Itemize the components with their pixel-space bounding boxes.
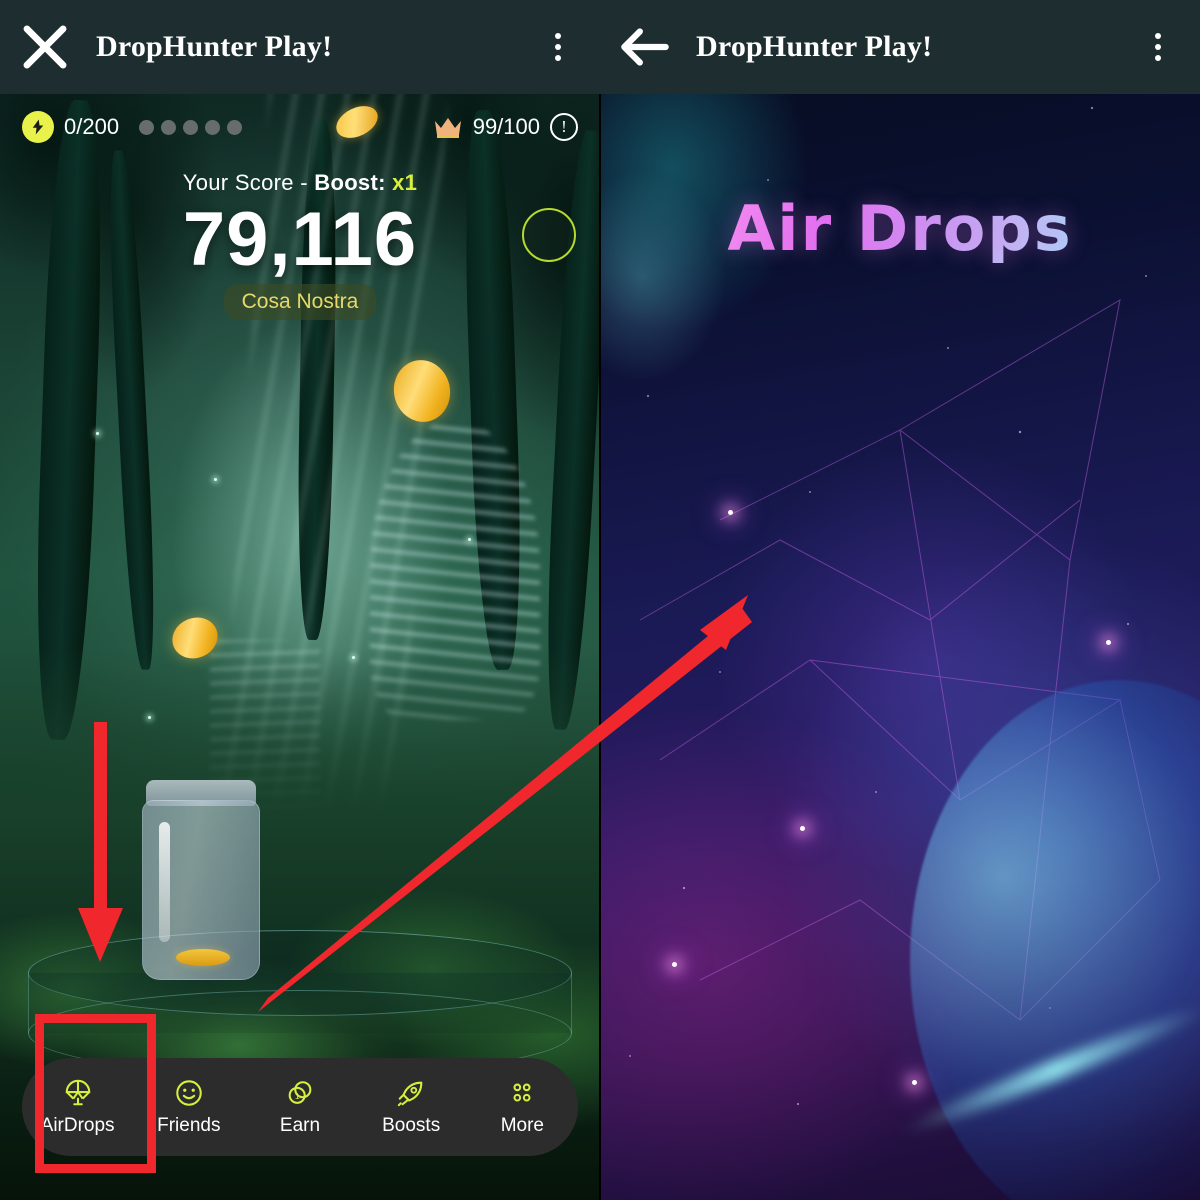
bright-star — [800, 826, 805, 831]
close-button[interactable] — [14, 16, 76, 78]
panel-divider — [599, 94, 601, 1200]
sparkle — [96, 432, 99, 435]
energy-dot — [183, 119, 199, 135]
nav-item-earn[interactable]: 1 Earn — [250, 1078, 350, 1137]
energy-dot — [161, 119, 177, 135]
score-value: 79,116 — [182, 197, 418, 282]
sparkle — [214, 478, 217, 481]
dual-screenshot-comparison: DropHunter Play! 0/200 99/100 ! Your Sco… — [0, 0, 1200, 1200]
left-overflow-menu-button[interactable] — [538, 24, 578, 70]
back-arrow-icon — [621, 28, 669, 66]
level-value: 99/100 — [472, 114, 540, 139]
back-button[interactable] — [614, 16, 676, 78]
bright-star — [912, 1080, 917, 1085]
left-appbar-title: DropHunter Play! — [96, 30, 333, 63]
nav-label-friends: Friends — [157, 1114, 221, 1136]
jar-side-button[interactable] — [522, 208, 576, 262]
bright-star — [728, 510, 733, 515]
space-background — [600, 0, 1200, 1200]
score-badge: Cosa Nostra — [223, 283, 377, 320]
svg-text:1: 1 — [295, 1091, 300, 1101]
bolt-icon — [22, 111, 54, 143]
sparkle — [148, 716, 151, 719]
score-block: Your Score - Boost: x1 79,116 Cosa Nostr… — [0, 170, 600, 320]
red-highlight-box-airdrops — [35, 1014, 156, 1173]
nav-label-more: More — [500, 1114, 544, 1136]
kebab-dot — [555, 55, 561, 61]
energy-meter[interactable]: 0/200 — [22, 111, 243, 143]
jar-highlight — [159, 822, 170, 942]
coin-one-icon: 1 — [288, 1080, 312, 1104]
score-label: Your Score - Boost: x1 — [0, 170, 600, 196]
sparkle — [468, 538, 471, 541]
right-appbar: DropHunter Play! — [600, 0, 1200, 94]
page-title: Air Drops — [600, 192, 1200, 265]
sparkle — [352, 656, 355, 659]
kebab-dot — [555, 33, 561, 39]
stats-bar: 0/200 99/100 ! — [0, 103, 600, 151]
energy-dots — [139, 119, 243, 135]
smiley-icon — [176, 1079, 202, 1106]
energy-dot — [227, 119, 243, 135]
bright-star — [672, 962, 677, 967]
score-label-boost: Boost: — [314, 170, 393, 195]
energy-value: 0/200 — [64, 114, 120, 139]
boost-value: x1 — [392, 170, 418, 195]
nav-label-boosts: Boosts — [382, 1114, 441, 1136]
level-meter[interactable]: 99/100 ! — [433, 113, 578, 141]
energy-dot — [139, 119, 155, 135]
right-overflow-menu-button[interactable] — [1138, 24, 1178, 70]
jar-icon — [541, 220, 558, 250]
energy-dot — [205, 119, 221, 135]
kebab-dot — [555, 44, 561, 50]
jar-coin — [176, 949, 230, 966]
nav-label-earn: Earn — [279, 1114, 321, 1136]
nav-item-boosts[interactable]: Boosts — [361, 1078, 461, 1137]
nav-item-more[interactable]: More — [472, 1078, 572, 1137]
crown-icon — [433, 115, 463, 139]
right-appbar-title: DropHunter Play! — [696, 30, 933, 63]
close-icon — [23, 25, 67, 69]
left-appbar: DropHunter Play! — [0, 0, 600, 94]
bright-star — [1106, 640, 1111, 645]
rocket-icon — [397, 1081, 423, 1106]
collection-jar[interactable] — [142, 780, 260, 980]
left-panel-game-screen: DropHunter Play! 0/200 99/100 ! Your Sco… — [0, 0, 600, 1200]
right-panel-airdrops-screen: Air Drops Get Ready! 🚀 The NOTCOIN Airdr… — [600, 0, 1200, 1200]
score-label-prefix: Your Score - — [182, 170, 315, 195]
info-icon[interactable]: ! — [550, 113, 578, 141]
four-dots-icon — [513, 1083, 531, 1102]
kebab-dot — [1155, 55, 1161, 61]
kebab-dot — [1155, 33, 1161, 39]
kebab-dot — [1155, 44, 1161, 50]
